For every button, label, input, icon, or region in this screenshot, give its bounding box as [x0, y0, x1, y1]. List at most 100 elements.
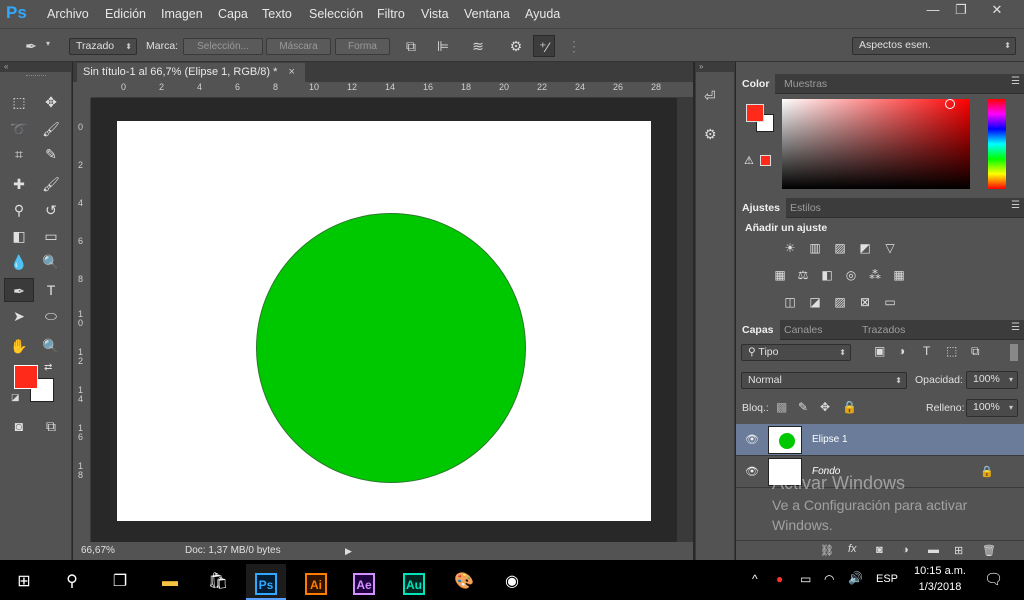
type-tool-icon[interactable]: T: [38, 278, 64, 302]
menu-filtro[interactable]: Filtro: [377, 7, 405, 21]
filter-smart-object-icon[interactable]: ⧉: [971, 344, 980, 359]
tab-styles[interactable]: Estilos: [784, 198, 827, 218]
search-icon[interactable]: ⚲: [52, 564, 92, 600]
vibrance-icon[interactable]: ▽: [881, 241, 899, 255]
canvas-viewport[interactable]: [91, 98, 677, 542]
workspace-select[interactable]: Aspectos esen. ⬍: [852, 37, 1016, 55]
brush-tool-icon[interactable]: 🖌: [38, 172, 64, 196]
quick-selection-tool-icon[interactable]: 🖌: [38, 117, 64, 141]
tab-paths[interactable]: Trazados: [856, 320, 911, 340]
selective-color-icon[interactable]: ⊠: [856, 295, 874, 309]
ellipse-tool-icon[interactable]: ⬭: [38, 304, 64, 328]
color-lookup-icon[interactable]: ▦: [890, 268, 908, 282]
lasso-tool-icon[interactable]: ➰: [6, 117, 32, 141]
lock-transparent-icon[interactable]: ▩: [776, 400, 787, 414]
color-picker-cursor[interactable]: [945, 99, 955, 109]
exposure-icon[interactable]: ◩: [856, 241, 874, 255]
panel-menu-icon[interactable]: ☰: [1011, 200, 1020, 211]
color-field[interactable]: [782, 99, 970, 189]
new-adjustment-icon[interactable]: ◑: [902, 544, 909, 556]
eyedropper-tool-icon[interactable]: ✎: [38, 142, 64, 166]
fx-icon[interactable]: fx: [848, 543, 857, 555]
visibility-eye-icon[interactable]: 👁: [745, 465, 759, 478]
menu-ventana[interactable]: Ventana: [464, 7, 510, 21]
battery-icon[interactable]: ▭: [800, 572, 811, 586]
chevron-up-icon[interactable]: ^: [752, 572, 758, 586]
gradient-tool-icon[interactable]: ▭: [38, 224, 64, 248]
layer-name[interactable]: Elipse 1: [812, 434, 848, 445]
menu-texto[interactable]: Texto: [262, 7, 292, 21]
lock-position-icon[interactable]: ✥: [820, 400, 830, 414]
opacity-input[interactable]: 100% ▾: [966, 371, 1018, 389]
tool-preset-arrow-icon[interactable]: ▾: [46, 39, 50, 48]
wifi-icon[interactable]: ◠: [824, 572, 834, 586]
windows-start-icon[interactable]: ⊞: [4, 564, 44, 600]
forma-button[interactable]: Forma: [335, 38, 390, 55]
levels-icon[interactable]: ▥: [806, 241, 824, 255]
menu-vista[interactable]: Vista: [421, 7, 449, 21]
minimize-button[interactable]: —: [918, 0, 948, 22]
marquee-tool-icon[interactable]: ⬚: [6, 90, 32, 114]
menu-edicion[interactable]: Edición: [105, 7, 146, 21]
color-fg-swatch[interactable]: [746, 104, 764, 122]
new-group-icon[interactable]: ▬: [928, 544, 939, 556]
clock-date[interactable]: 1/3/2018: [912, 581, 968, 593]
black-white-icon[interactable]: ◧: [818, 268, 836, 282]
filter-type-icon[interactable]: T: [923, 344, 930, 358]
path-alignment-icon[interactable]: ⊫: [432, 35, 454, 57]
threshold-icon[interactable]: ▨: [831, 295, 849, 309]
layer-row[interactable]: 👁 Elipse 1: [736, 424, 1024, 456]
menu-archivo[interactable]: Archivo: [47, 7, 89, 21]
menu-capa[interactable]: Capa: [218, 7, 248, 21]
move-tool-icon[interactable]: ✥: [38, 90, 64, 114]
photo-filter-icon[interactable]: ◎: [842, 268, 860, 282]
panel-menu-icon[interactable]: ☰: [1011, 76, 1020, 87]
color-balance-icon[interactable]: ⚖: [794, 268, 812, 282]
link-layers-icon[interactable]: ⛓: [820, 544, 834, 557]
gamut-warning-icon[interactable]: ⚠: [744, 154, 754, 167]
clone-stamp-tool-icon[interactable]: ⚲: [6, 198, 32, 222]
fill-input[interactable]: 100% ▾: [966, 399, 1018, 417]
clock-time[interactable]: 10:15 a.m.: [912, 565, 968, 577]
restore-button[interactable]: ❐: [946, 0, 976, 22]
tab-swatches[interactable]: Muestras: [778, 74, 833, 94]
quick-mask-icon[interactable]: ◙: [6, 414, 32, 438]
document-tab[interactable]: Sin título-1 al 66,7% (Elipse 1, RGB/8) …: [77, 63, 305, 82]
menu-ayuda[interactable]: Ayuda: [525, 7, 560, 21]
history-brush-tool-icon[interactable]: ↺: [38, 198, 64, 222]
visibility-eye-icon[interactable]: 👁: [745, 433, 759, 446]
new-layer-icon[interactable]: ⊞: [954, 544, 963, 557]
menu-imagen[interactable]: Imagen: [161, 7, 203, 21]
path-arrangement-icon[interactable]: ≋: [467, 35, 489, 57]
blend-mode-select[interactable]: Normal ⬍: [741, 372, 907, 389]
lock-pixels-icon[interactable]: ✎: [798, 400, 808, 414]
gear-icon[interactable]: ⚙: [505, 35, 527, 57]
healing-brush-tool-icon[interactable]: ✚: [6, 172, 32, 196]
pen-tool-active-icon[interactable]: ✒: [4, 278, 34, 302]
dock-expand-icon[interactable]: »: [696, 62, 735, 72]
zoom-tool-icon[interactable]: 🔍: [38, 334, 64, 358]
path-selection-tool-icon[interactable]: ➤: [6, 304, 32, 328]
layer-filter-select[interactable]: ⚲ Tipo ⬍: [741, 344, 851, 361]
taskbar-after-effects[interactable]: Ae: [344, 564, 384, 600]
paint-app-icon[interactable]: 🎨: [444, 564, 484, 600]
swap-colors-icon[interactable]: ⇄: [44, 362, 52, 373]
channel-mixer-icon[interactable]: ⁂: [866, 268, 884, 282]
close-document-icon[interactable]: ×: [289, 66, 295, 78]
close-window-button[interactable]: ✕: [982, 0, 1012, 22]
crop-tool-icon[interactable]: ⌗: [6, 142, 32, 166]
status-menu-arrow-icon[interactable]: ▶: [345, 542, 352, 560]
antivirus-tray-icon[interactable]: ●: [776, 572, 783, 586]
gradient-map-icon[interactable]: ▭: [881, 295, 899, 309]
volume-icon[interactable]: 🔊: [848, 571, 863, 585]
tab-color[interactable]: Color: [736, 74, 776, 94]
hue-saturation-icon[interactable]: ▦: [771, 268, 789, 282]
tab-channels[interactable]: Canales: [778, 320, 829, 340]
path-operations-icon[interactable]: ⧉: [400, 35, 422, 57]
tool-mode-select[interactable]: Trazado ⬍: [69, 38, 137, 55]
task-view-icon[interactable]: ❐: [100, 564, 140, 600]
curves-icon[interactable]: ▨: [831, 241, 849, 255]
taskbar-illustrator[interactable]: Ai: [296, 564, 336, 600]
filter-toggle[interactable]: [1010, 344, 1018, 361]
taskbar-audition[interactable]: Au: [394, 564, 434, 600]
